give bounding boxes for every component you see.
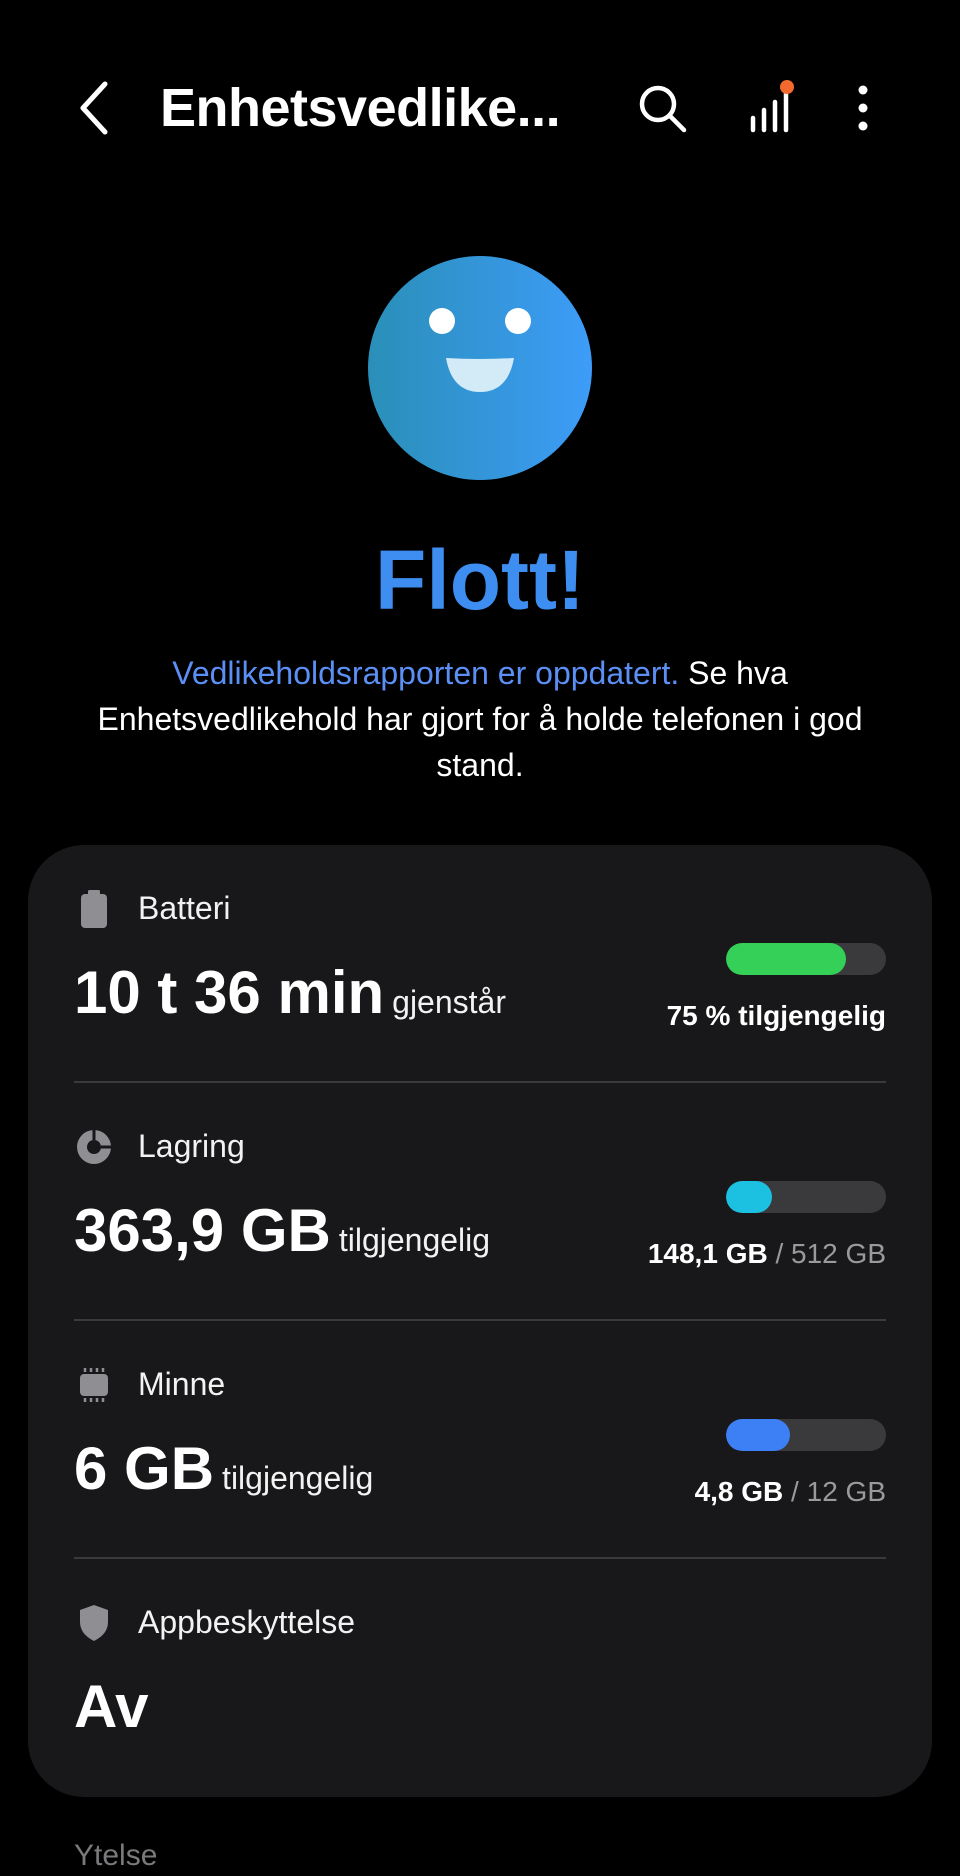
pie-chart-icon bbox=[74, 1127, 114, 1167]
memory-label: Minne bbox=[138, 1366, 226, 1402]
storage-bar-fill bbox=[726, 1181, 773, 1213]
storage-label: Lagring bbox=[138, 1128, 245, 1164]
memory-suffix: tilgjengelig bbox=[222, 1460, 374, 1496]
status-description: Vedlikeholdsrapporten er oppdatert. Se h… bbox=[70, 650, 890, 788]
memory-bar-fill bbox=[726, 1419, 790, 1451]
shield-icon bbox=[74, 1603, 114, 1643]
stats-bars-icon bbox=[750, 80, 794, 133]
battery-icon bbox=[74, 889, 114, 929]
app-protection-label: Appbeskyttelse bbox=[138, 1604, 356, 1640]
report-link[interactable]: Vedlikeholdsrapporten er oppdatert. bbox=[172, 655, 679, 691]
battery-value: 10 t 36 min gjenstår bbox=[74, 957, 506, 1029]
battery-label: Batteri bbox=[138, 890, 231, 926]
storage-total: / 512 GB bbox=[767, 1238, 886, 1269]
battery-bar bbox=[726, 943, 886, 975]
back-arrow-icon bbox=[80, 81, 108, 135]
back-button[interactable] bbox=[64, 72, 124, 144]
more-vertical-icon bbox=[858, 85, 868, 131]
memory-bar bbox=[726, 1419, 886, 1451]
storage-row[interactable]: Lagring 363,9 GB tilgjengelig 148,1 GB / … bbox=[74, 1083, 886, 1321]
section-header-performance: Ytelse bbox=[74, 1839, 158, 1872]
battery-row[interactable]: Batteri 10 t 36 min gjenstår 75 % tilgjen… bbox=[74, 845, 886, 1083]
battery-detail: 75 % tilgjengelig bbox=[667, 997, 886, 1035]
storage-bar bbox=[726, 1181, 886, 1213]
memory-value: 6 GB tilgjengelig bbox=[74, 1433, 373, 1505]
battery-time: 10 t 36 min bbox=[74, 959, 385, 1026]
top-app-bar: Enhetsvedlike... bbox=[0, 0, 960, 216]
memory-chip-icon bbox=[74, 1365, 114, 1405]
storage-suffix: tilgjengelig bbox=[338, 1222, 491, 1258]
battery-bar-fill bbox=[726, 943, 846, 975]
more-options-button[interactable] bbox=[838, 76, 888, 140]
status-headline: Flott! bbox=[375, 533, 585, 627]
summary-card: Batteri 10 t 36 min gjenstår 75 % tilgjen… bbox=[28, 845, 932, 1797]
battery-suffix: gjenstår bbox=[392, 984, 506, 1020]
search-icon bbox=[639, 85, 687, 133]
search-button[interactable] bbox=[630, 76, 694, 140]
storage-available: 363,9 GB bbox=[74, 1197, 331, 1264]
notification-dot bbox=[780, 80, 794, 94]
smiley-face-icon bbox=[368, 256, 592, 480]
storage-detail: 148,1 GB / 512 GB bbox=[648, 1235, 886, 1273]
memory-used: 4,8 GB bbox=[694, 1476, 784, 1507]
stats-button[interactable] bbox=[738, 76, 802, 140]
app-protection-value: Av bbox=[74, 1671, 148, 1743]
app-protection-row[interactable]: Appbeskyttelse Av bbox=[74, 1559, 886, 1797]
storage-used: 148,1 GB bbox=[647, 1238, 768, 1269]
memory-row[interactable]: Minne 6 GB tilgjengelig 4,8 GB / 12 GB bbox=[74, 1321, 886, 1559]
memory-available: 6 GB bbox=[74, 1435, 215, 1502]
battery-percent: 75 % tilgjengelig bbox=[666, 1000, 886, 1031]
memory-detail: 4,8 GB / 12 GB bbox=[695, 1473, 886, 1511]
storage-value: 363,9 GB tilgjengelig bbox=[74, 1195, 490, 1267]
app-protection-status: Av bbox=[74, 1673, 149, 1740]
page-title: Enhetsvedlike... bbox=[160, 78, 561, 138]
memory-total: / 12 GB bbox=[783, 1476, 886, 1507]
